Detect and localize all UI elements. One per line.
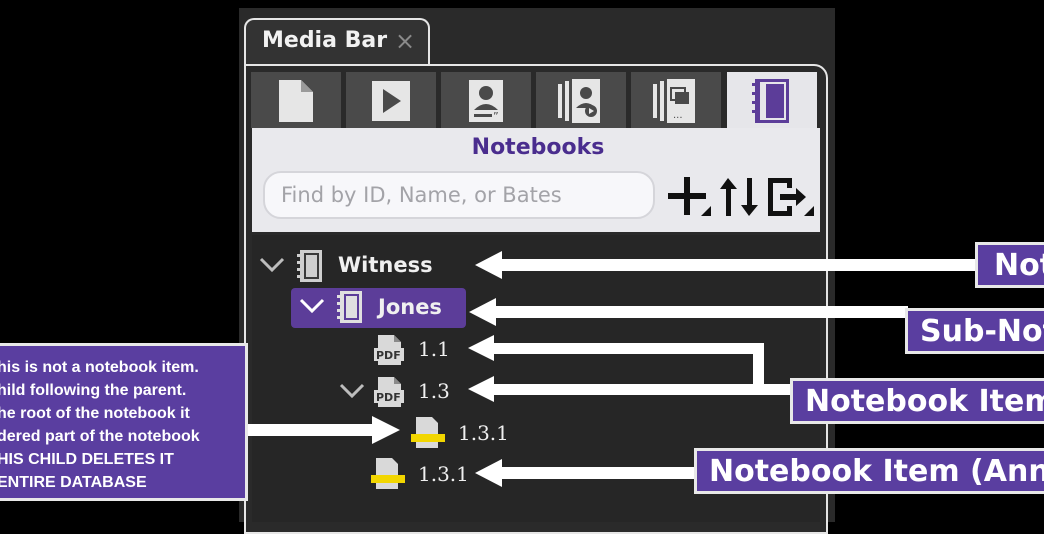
callout-sub-notebook: Sub-Not	[905, 308, 1044, 354]
note-line: hild following the parent.	[0, 382, 187, 399]
note-line: dered part of the notebook	[0, 428, 200, 445]
callout-notebook-item: Notebook Item	[790, 378, 1044, 424]
callout-annotation: Notebook Item (Anno	[694, 448, 1044, 494]
note-line: ENTIRE DATABASE	[0, 474, 147, 491]
note-line: he root of the notebook it	[0, 405, 190, 422]
callout-notebook: Not	[975, 242, 1044, 288]
note-box: his is not a notebook item. hild followi…	[0, 343, 248, 501]
note-line: HIS CHILD DELETES IT	[0, 451, 174, 468]
note-line: his is not a notebook item.	[0, 359, 199, 376]
